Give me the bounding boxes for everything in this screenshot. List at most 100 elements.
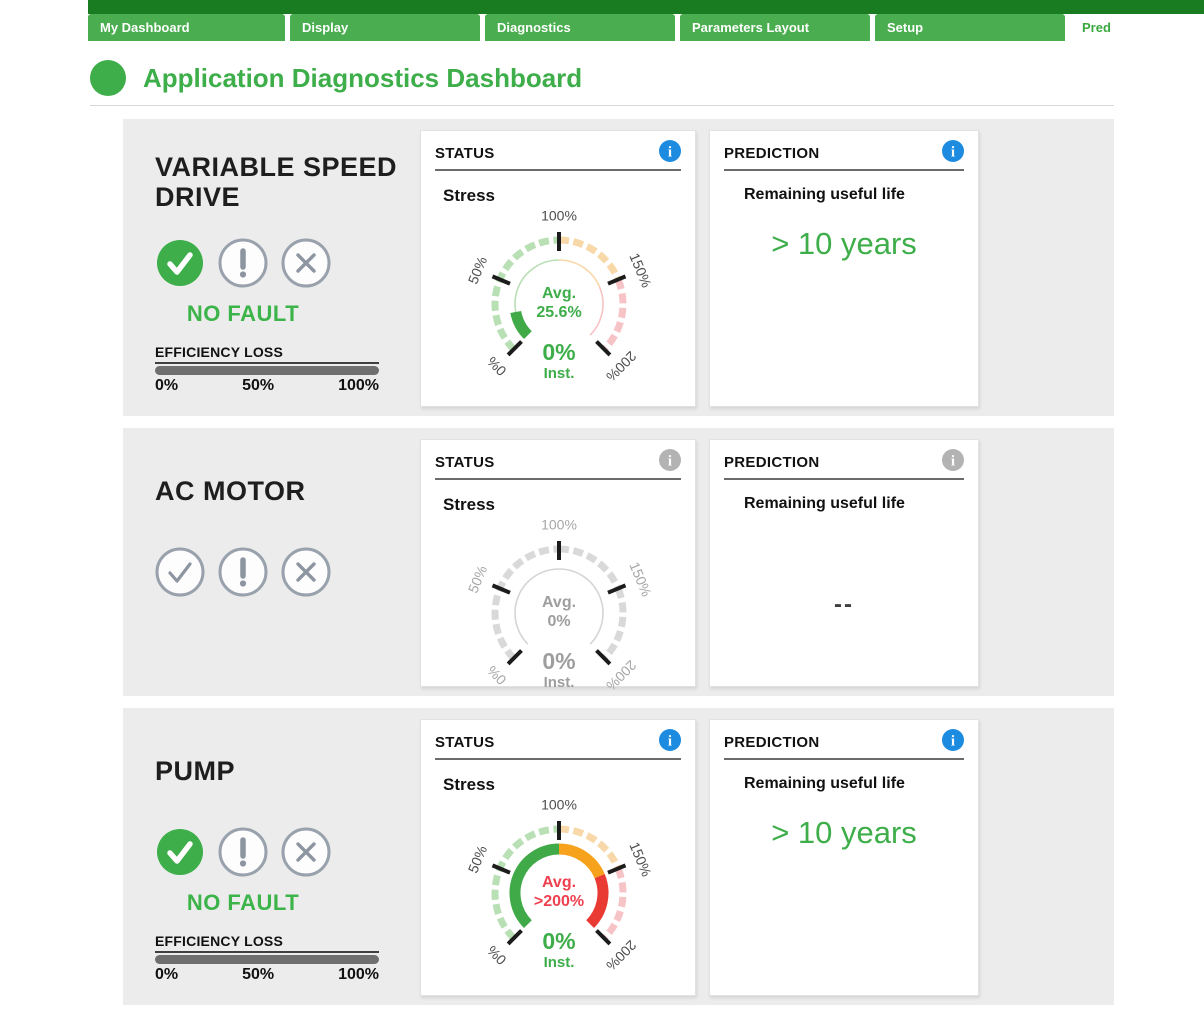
efficiency-loss-label: EFFICIENCY LOSS [155,933,379,949]
gauge-avg-label: Avg. [542,285,576,302]
gauge-avg-arc [516,312,528,335]
remaining-useful-life-label: Remaining useful life [744,495,964,513]
gauge-tick-label: 100% [541,208,577,224]
stress-gauge: 0%50%100%150%200%Avg.>200%0%Inst. [435,795,683,979]
gauge-inst-value: 0% [542,339,575,365]
gauge-tick [597,651,610,664]
gauge-tick-label: 0% [484,943,510,969]
gauge-inst-value: 0% [542,648,575,674]
status-header: STATUS [435,734,495,751]
status-panel: STATUSiStress0%50%100%150%200%Avg.0%0%In… [420,439,696,687]
card-title: AC MOTOR [155,447,420,535]
fault-error-icon [281,547,331,597]
fault-icons-row [155,827,331,877]
gauge-inst-value: 0% [542,928,575,954]
gauge-inst-label: Inst. [544,954,575,971]
info-icon[interactable]: i [659,140,681,167]
fault-check-icon [155,827,205,877]
fault-check-icon [155,238,205,288]
prediction-header-rule [724,169,964,171]
stress-gauge: 0%50%100%150%200%Avg.25.6%0%Inst. [435,206,683,390]
card-left-column: PUMPNO FAULTEFFICIENCY LOSS0%50%100% [123,719,420,996]
svg-text:i: i [951,144,955,160]
gauge-inst-label: Inst. [544,674,575,691]
gauge-tick-label: 100% [541,517,577,533]
gauge-tick-label: 150% [626,251,654,290]
info-icon: i [942,449,964,476]
status-header-row: STATUS i [435,450,681,474]
status-header: STATUS [435,454,495,471]
efficiency-loss-bar [155,955,379,964]
remaining-useful-life-value: > 10 years [724,226,964,262]
prediction-panel: PREDICTIONiRemaining useful life> 10 yea… [709,719,979,996]
gauge-inst-label: Inst. [544,365,575,382]
tab-parameters-layout[interactable]: Parameters Layout [680,14,870,41]
efficiency-scale-label: 50% [242,966,274,984]
svg-text:i: i [951,733,955,749]
svg-text:i: i [668,733,672,749]
remaining-useful-life-value: -- [724,591,964,619]
remaining-useful-life-label: Remaining useful life [744,186,964,204]
prediction-header: PREDICTION [724,454,820,471]
prediction-header-row: PREDICTION i [724,730,964,754]
stress-label: Stress [443,186,681,206]
gauge-tick [597,342,610,355]
gauge-avg-value: >200% [534,893,584,910]
fault-status-text: NO FAULT [155,301,331,327]
page-title-row: Application Diagnostics Dashboard [90,60,1114,96]
gauge-avg-value: 0% [547,613,570,630]
prediction-header: PREDICTION [724,734,820,751]
gauge-track [559,569,600,596]
stress-gauge-wrap: 0%50%100%150%200%Avg.25.6%0%Inst. [435,206,681,395]
tab-display[interactable]: Display [290,14,480,41]
tab-diagnostics[interactable]: Diagnostics [485,14,675,41]
info-icon[interactable]: i [942,729,964,756]
info-icon[interactable]: i [659,729,681,756]
prediction-header-rule [724,758,964,760]
top-strip [88,0,1204,14]
stress-label: Stress [443,495,681,515]
gauge-zone-ring [604,280,623,350]
fault-warning-icon [218,238,268,288]
status-header-rule [435,169,681,171]
gauge-avg-value: 25.6% [536,304,581,321]
tab-setup[interactable]: Setup [875,14,1065,41]
gauge-track [559,260,600,287]
status-header-row: STATUS i [435,141,681,165]
info-icon[interactable]: i [942,140,964,167]
info-icon: i [659,449,681,476]
efficiency-scale-label: 0% [155,966,178,984]
page-title: Application Diagnostics Dashboard [143,63,582,94]
tab-pred[interactable]: Pred [1070,14,1197,41]
status-header: STATUS [435,145,495,162]
efficiency-loss-label: EFFICIENCY LOSS [155,344,379,360]
efficiency-scale-label: 100% [338,377,379,395]
efficiency-loss-block: EFFICIENCY LOSS0%50%100% [155,933,379,984]
gauge-tick-label: 0% [484,354,510,380]
fault-error-icon [281,827,331,877]
efficiency-loss-bar [155,366,379,375]
gauge-tick-label: 50% [465,843,491,875]
cards-container: VARIABLE SPEED DRIVE NO FAULT EFFICIENCY L… [123,119,1114,1005]
efficiency-loss-rule [155,362,379,364]
status-header-row: STATUS i [435,730,681,754]
gauge-track [590,287,603,335]
stress-gauge: 0%50%100%150%200%Avg.0%0%Inst. [435,515,683,699]
gauge-zone-ring [559,240,618,280]
stress-gauge-wrap: 0%50%100%150%200%Avg.>200%0%Inst. [435,795,681,984]
gauge-tick-label: 50% [465,563,491,595]
tab-bar: My DashboardDisplayDiagnosticsParameters… [88,14,1204,41]
tab-my-dashboard[interactable]: My Dashboard [88,14,285,41]
efficiency-scale-label: 0% [155,377,178,395]
header-divider [90,105,1114,106]
gauge-tick [597,931,610,944]
remaining-useful-life-label: Remaining useful life [744,775,964,793]
card-left-column: VARIABLE SPEED DRIVE NO FAULT EFFICIENCY L… [123,130,420,407]
svg-text:i: i [951,453,955,469]
gauge-tick-label: 50% [465,254,491,286]
status-header-rule [435,758,681,760]
prediction-header-row: PREDICTIONi [724,141,964,165]
status-panel: STATUSiStress0%50%100%150%200%Avg.>200%0… [420,719,696,996]
card-title: VARIABLE SPEED DRIVE [155,138,420,226]
card-variable-speed-drive: VARIABLE SPEED DRIVE NO FAULT EFFICIENCY L… [123,119,1114,416]
